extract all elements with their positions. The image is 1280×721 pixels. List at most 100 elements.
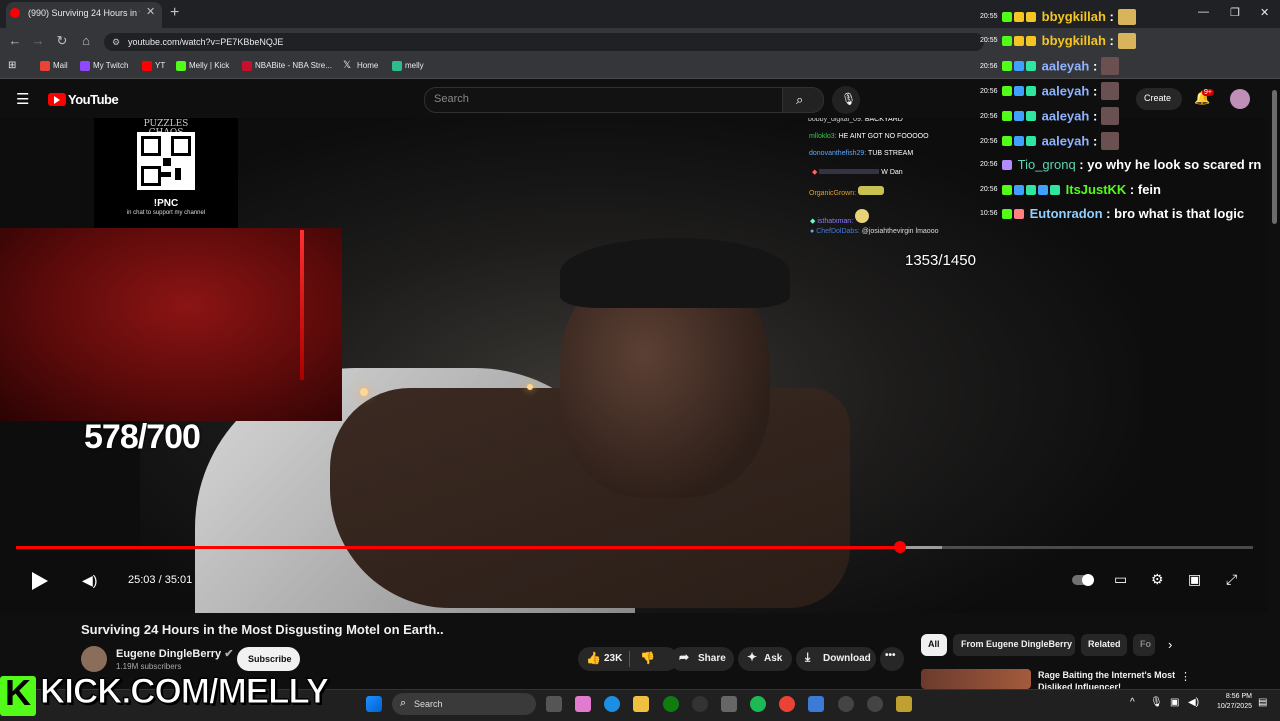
notification-badge: 9+ xyxy=(1202,89,1214,96)
bookmark-melly[interactable]: melly xyxy=(405,61,424,70)
emote-icon xyxy=(1100,107,1119,125)
sub-badge-icon xyxy=(1014,111,1024,121)
notification-icon[interactable]: ▤ xyxy=(1258,697,1267,708)
voice-search-button[interactable]: 🎙 xyxy=(832,86,860,114)
channel-name[interactable]: Eugene DingleBerry ✔ xyxy=(116,647,233,660)
search-input[interactable] xyxy=(424,87,784,113)
github-icon[interactable] xyxy=(692,696,708,712)
copilot-icon[interactable] xyxy=(575,696,591,712)
chat-user: aaleyah xyxy=(1041,58,1090,74)
xbox-icon[interactable] xyxy=(663,696,679,712)
apps-grid-icon[interactable]: ⊞ xyxy=(8,60,16,71)
like-icon[interactable]: 👍 xyxy=(586,651,601,665)
new-tab-icon[interactable]: + xyxy=(170,4,179,22)
search-icon: ⌕ xyxy=(796,92,804,107)
sub-badge-icon xyxy=(1038,184,1048,195)
clock-time: 8:56 PM xyxy=(1225,693,1252,700)
close-window-icon[interactable]: ✕ xyxy=(1260,6,1269,19)
chat-time: 20:56 xyxy=(980,161,998,169)
chat-user: ItsJustKK xyxy=(1065,182,1127,198)
spotify-icon[interactable] xyxy=(750,696,766,712)
sub-badge-icon xyxy=(1002,159,1012,170)
x-icon: 𝕏 xyxy=(343,60,352,71)
sub-badge-icon xyxy=(1014,86,1024,96)
recommendation-thumbnail[interactable] xyxy=(921,669,1031,689)
qr-note: in chat to support my channel xyxy=(126,210,206,216)
chat-time: 20:55 xyxy=(980,37,998,45)
play-button[interactable] xyxy=(32,572,48,590)
minimize-icon[interactable]: — xyxy=(1198,6,1209,18)
media-player-icon[interactable] xyxy=(838,696,854,712)
tray-chevron-icon[interactable]: ^ xyxy=(1130,697,1135,708)
home-icon[interactable]: ⌂ xyxy=(78,33,94,48)
task-view-icon[interactable] xyxy=(546,696,562,712)
mic-icon: 🎙 xyxy=(841,92,857,106)
chat-time: 20:56 xyxy=(980,87,998,95)
chrome-icon[interactable] xyxy=(779,696,795,712)
chat-row: 20:56 aaleyah : xyxy=(980,82,1121,104)
chat-time: 20:55 xyxy=(980,13,998,21)
nba-icon xyxy=(242,61,252,71)
mini-chat-row: bobby_digital_09: BACKYARD xyxy=(808,118,903,123)
youtube-icon xyxy=(142,61,152,71)
captions-icon[interactable]: ▭ xyxy=(1114,571,1127,588)
mini-chat-user: isthatxman: xyxy=(817,218,854,225)
sub-badge-icon xyxy=(1014,61,1024,71)
recommendation-title[interactable]: Rage Baiting the Internet's Most Dislike… xyxy=(1038,669,1178,689)
chat-time: 20:56 xyxy=(980,137,998,145)
progress-scrubber[interactable] xyxy=(894,541,906,553)
search-button[interactable]: ⌕ xyxy=(782,87,824,113)
like-count[interactable]: 23K xyxy=(604,653,622,664)
mini-chat-row: OrganicGrown: xyxy=(809,186,885,197)
miniplayer-icon[interactable]: ▣ xyxy=(1188,571,1201,588)
kick-badge-icon xyxy=(1002,86,1012,96)
maximize-icon[interactable]: ❐ xyxy=(1230,6,1240,19)
bookmark-yt[interactable]: YT xyxy=(155,61,165,70)
tab-close-icon[interactable]: ✕ xyxy=(146,5,155,18)
youtube-logo-text[interactable]: YouTube xyxy=(68,92,119,107)
file-explorer-icon[interactable] xyxy=(633,696,649,712)
dislike-icon[interactable]: 👎 xyxy=(640,651,655,665)
scrollbar-thumb[interactable] xyxy=(1272,90,1277,224)
volume-icon[interactable]: ◀) xyxy=(82,572,97,589)
tab-title: (990) Surviving 24 Hours in the xyxy=(28,8,140,18)
sub-badge-icon xyxy=(1014,35,1024,46)
chip-label: Fo xyxy=(1140,639,1151,649)
taskbar-clock[interactable]: 8:56 PM 10/27/2025 xyxy=(1210,692,1252,712)
bookmark-melly-kick[interactable]: Melly | Kick xyxy=(189,61,229,70)
app-icon[interactable] xyxy=(867,696,883,712)
mic-tray-icon[interactable]: 🎙 xyxy=(1150,697,1163,708)
site-info-icon[interactable]: ⚙ xyxy=(112,37,120,48)
account-avatar[interactable] xyxy=(1230,89,1250,109)
back-icon[interactable]: ← xyxy=(7,33,23,48)
photos-icon[interactable] xyxy=(808,696,824,712)
app-icon[interactable] xyxy=(896,696,912,712)
fullscreen-icon[interactable]: ⤢ xyxy=(1226,571,1237,588)
mini-chat-user: OrganicGrown: xyxy=(809,190,857,197)
qr-command: !PNC xyxy=(153,198,179,209)
reload-icon[interactable]: ↻ xyxy=(54,33,70,49)
volume-tray-icon[interactable]: ◀) xyxy=(1188,697,1199,708)
channel-avatar[interactable] xyxy=(81,646,107,672)
autoplay-toggle[interactable] xyxy=(1072,574,1094,586)
bookmark-nbabite[interactable]: NBABite - NBA Stre... xyxy=(255,61,332,70)
forward-icon[interactable]: → xyxy=(30,33,46,48)
edge-icon[interactable] xyxy=(604,696,620,712)
chat-user: Eutonradon xyxy=(1029,206,1103,222)
gift-badge-icon xyxy=(1026,35,1036,46)
chevron-right-icon[interactable]: › xyxy=(1168,637,1172,652)
windows-start-icon[interactable] xyxy=(366,696,382,712)
store-icon[interactable] xyxy=(721,696,737,712)
background-light xyxy=(360,388,368,396)
chat-user: aaleyah xyxy=(1041,108,1090,124)
bookmark-mail[interactable]: Mail xyxy=(53,61,68,70)
bookmark-home[interactable]: Home xyxy=(357,61,378,70)
menu-icon[interactable]: ☰ xyxy=(16,90,29,108)
network-icon[interactable]: ▣ xyxy=(1170,697,1179,708)
bookmark-my-twitch[interactable]: My Twitch xyxy=(93,61,128,70)
recommendation-menu-icon[interactable]: ⋮ xyxy=(1180,670,1191,683)
mini-chat-msg: HE AINT GOT NO FOOOOO xyxy=(838,133,929,140)
settings-gear-icon[interactable]: ⚙ xyxy=(1151,571,1164,588)
emote-icon xyxy=(1100,82,1119,100)
emote-icon xyxy=(855,209,870,223)
